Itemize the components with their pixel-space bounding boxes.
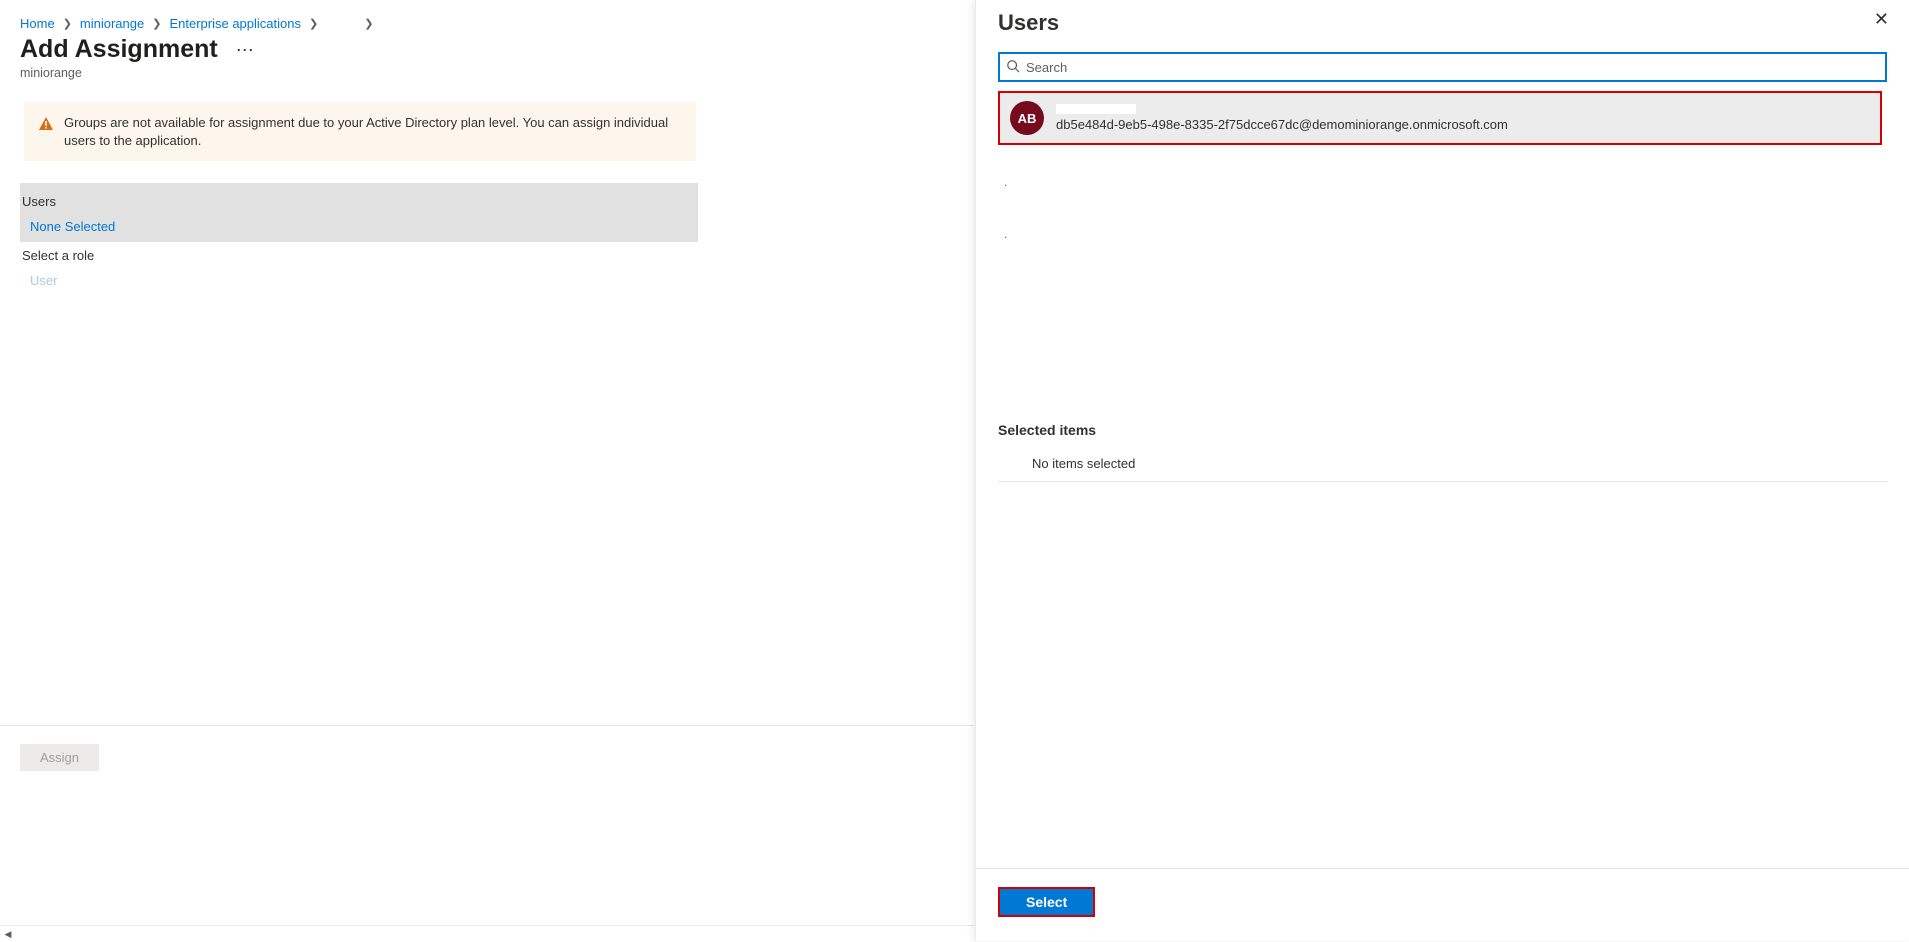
search-input[interactable] <box>1026 54 1879 80</box>
page-title: Add Assignment <box>20 35 218 64</box>
breadcrumb-enterprise-apps[interactable]: Enterprise applications <box>169 16 301 31</box>
users-label: Users <box>20 189 698 214</box>
list-placeholder: . <box>998 145 1888 197</box>
results-list[interactable]: AB db5e484d-9eb5-498e-8335-2f75dcce67dc@… <box>998 90 1888 410</box>
breadcrumb: Home ❯ miniorange ❯ Enterprise applicati… <box>0 0 975 35</box>
avatar: AB <box>1010 101 1044 135</box>
close-icon: ✕ <box>1874 9 1889 29</box>
breadcrumb-home[interactable]: Home <box>20 16 55 31</box>
breadcrumb-tenant[interactable]: miniorange <box>80 16 144 31</box>
more-actions-button[interactable]: ⋯ <box>236 41 254 59</box>
no-items-text: No items selected <box>998 446 1888 482</box>
users-picker[interactable]: Users None Selected <box>20 183 698 242</box>
chevron-right-icon: ❯ <box>309 17 318 30</box>
warning-icon <box>38 116 54 132</box>
horizontal-scrollbar[interactable]: ◀ <box>0 925 975 941</box>
list-placeholder: . <box>998 197 1888 249</box>
page-subtitle: miniorange <box>0 64 975 102</box>
role-value-link: User <box>20 268 698 296</box>
warning-text: Groups are not available for assignment … <box>64 114 682 149</box>
role-picker: Select a role User <box>20 242 698 296</box>
flyout-title: Users <box>998 10 1059 36</box>
user-email: db5e484d-9eb5-498e-8335-2f75dcce67dc@dem… <box>1056 117 1508 132</box>
chevron-right-icon: ❯ <box>63 17 72 30</box>
flyout-footer: Select <box>976 868 1909 917</box>
select-button[interactable]: Select <box>998 887 1095 917</box>
selected-items-label: Selected items <box>976 410 1909 446</box>
scroll-left-icon[interactable]: ◀ <box>0 926 16 942</box>
user-result-row[interactable]: AB db5e484d-9eb5-498e-8335-2f75dcce67dc@… <box>998 91 1882 145</box>
search-input-wrap[interactable] <box>998 52 1887 82</box>
user-display-name <box>1056 104 1136 114</box>
search-icon <box>1006 59 1020 76</box>
chevron-right-icon: ❯ <box>364 17 373 30</box>
close-button[interactable]: ✕ <box>1874 10 1889 28</box>
users-flyout: Users ✕ AB db5e484d-9eb5-498e-8335-2f75d… <box>975 0 1909 941</box>
role-label: Select a role <box>20 242 698 268</box>
users-value-link[interactable]: None Selected <box>20 214 698 242</box>
assign-button: Assign <box>20 744 99 771</box>
warning-banner: Groups are not available for assignment … <box>24 102 696 161</box>
chevron-right-icon: ❯ <box>152 17 161 30</box>
main-footer: Assign <box>0 725 975 771</box>
